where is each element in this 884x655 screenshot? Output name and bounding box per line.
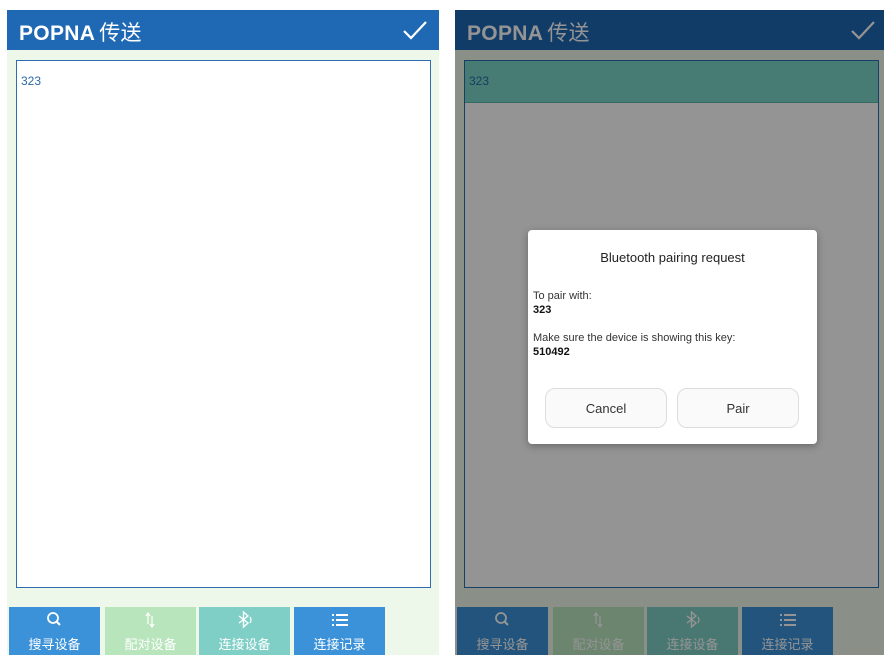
check-icon[interactable] [401,16,429,44]
pairing-key: 510492 [533,346,570,358]
app-title-cn: 传送 [99,22,142,45]
connection-history-label: 连接记录 [313,638,366,653]
cancel-button[interactable]: Cancel [545,388,667,428]
app-screen-before: POPNA 传送 323 搜寻设备 配对设备 连接设备 连接记录 [7,10,439,655]
bottom-toolbar: 搜寻设备 配对设备 连接设备 连接记录 [7,607,439,655]
pair-with-label: To pair with: [533,290,592,302]
search-devices-button[interactable]: 搜寻设备 [9,607,100,655]
connection-history-button[interactable]: 连接记录 [294,607,385,655]
pair-button[interactable]: Pair [677,388,799,428]
search-devices-label: 搜寻设备 [28,638,81,653]
connect-devices-label: 连接设备 [218,638,271,653]
search-icon [47,612,61,626]
pair-devices-button[interactable]: 配对设备 [105,607,196,655]
device-list: 323 [16,60,431,588]
pair-device-name: 323 [533,304,552,316]
pair-arrows-icon [145,611,155,629]
device-list-item[interactable]: 323 [17,61,430,103]
pair-devices-label: 配对设备 [124,638,177,653]
app-header: POPNA 传送 [7,10,439,50]
bluetooth-icon [238,611,252,629]
list-icon [332,614,348,626]
app-screen-pairing: POPNA 传送 323 搜寻设备 配对设备 连接设备 连接记录 Bluetoo… [455,10,884,655]
app-title: POPNA 传送 [19,17,142,47]
connect-devices-button[interactable]: 连接设备 [199,607,290,655]
dialog-title: Bluetooth pairing request [600,250,745,265]
bluetooth-pairing-dialog: Bluetooth pairing request To pair with: … [528,230,817,444]
device-name: 323 [21,74,42,88]
app-title-text: POPNA [19,22,96,45]
key-prompt: Make sure the device is showing this key… [533,332,736,344]
